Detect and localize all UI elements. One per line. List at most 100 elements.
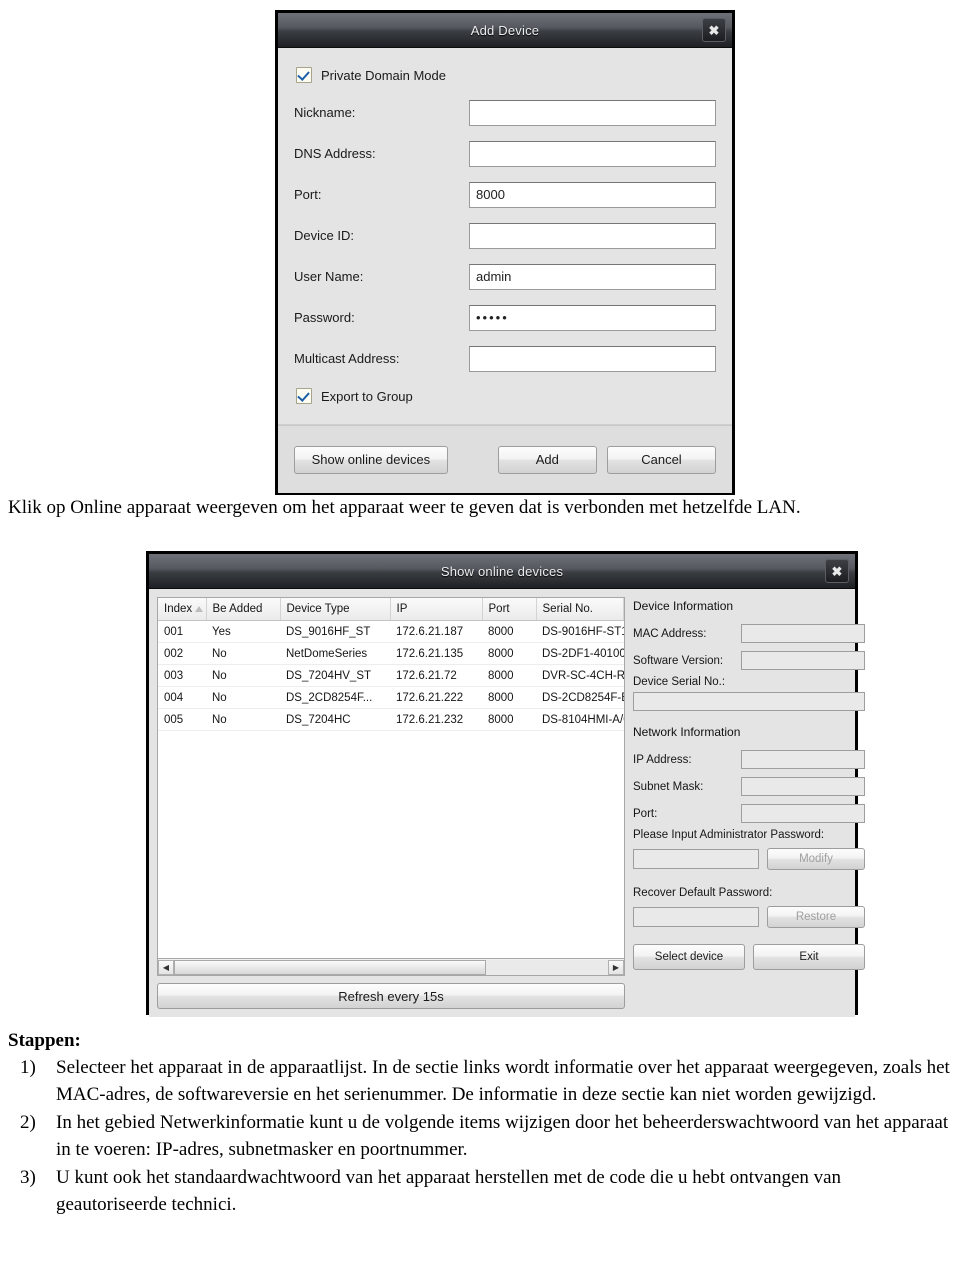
step-text: U kunt ook het standaardwachtwoord van h…: [56, 1167, 842, 1215]
step-text: Selecteer het apparaat in de apparaatlij…: [56, 1057, 950, 1105]
list-item: 1) Selecteer het apparaat in de apparaat…: [20, 1054, 952, 1108]
export-to-group-checkbox-row[interactable]: Export to Group: [296, 379, 716, 413]
checkbox-icon[interactable]: [296, 388, 312, 404]
checkbox-icon[interactable]: [296, 67, 312, 83]
column-header-ip[interactable]: IP: [390, 598, 483, 621]
cell-be-added: No: [206, 664, 280, 687]
cell-be-added: Yes: [206, 620, 280, 643]
export-to-group-label: Export to Group: [321, 388, 413, 404]
column-header-port[interactable]: Port: [482, 598, 537, 621]
nickname-input[interactable]: [469, 99, 716, 126]
add-device-footer: Show online devices Add Cancel: [278, 425, 732, 493]
recover-default-password-input[interactable]: [633, 907, 759, 927]
user-name-label: User Name:: [294, 269, 364, 284]
cell-index: 005: [158, 708, 206, 731]
software-version-label: Software Version:: [633, 654, 724, 667]
subnet-mask-row: Subnet Mask:: [633, 773, 865, 800]
device-list-pane: Index Be Added Device Type IP Port Seria…: [157, 597, 625, 1009]
network-port-row: Port:: [633, 800, 865, 827]
software-version-value: [741, 651, 865, 670]
exit-button[interactable]: Exit: [753, 944, 865, 970]
multicast-address-field-row: Multicast Address:: [294, 338, 716, 379]
mac-address-row: MAC Address:: [633, 620, 865, 647]
scroll-left-icon[interactable]: ◀: [158, 959, 174, 975]
table-row[interactable]: 004 No DS_2CD8254F... 172.6.21.222 8000 …: [158, 686, 624, 709]
subnet-mask-input[interactable]: [741, 777, 865, 796]
cell-be-added: No: [206, 686, 280, 709]
cell-be-added: No: [206, 642, 280, 665]
device-information-heading: Device Information: [633, 599, 734, 613]
administrator-password-input[interactable]: [633, 849, 759, 869]
user-name-input[interactable]: admin: [469, 263, 716, 290]
add-button[interactable]: Add: [497, 445, 597, 474]
device-table-wrapper: Index Be Added Device Type IP Port Seria…: [157, 597, 625, 959]
column-label-index: Index: [164, 603, 193, 615]
subnet-mask-label: Subnet Mask:: [633, 780, 704, 793]
table-row[interactable]: 001 Yes DS_9016HF_ST 172.6.21.187 8000 D…: [158, 620, 624, 643]
cell-port: 8000: [482, 708, 536, 731]
add-device-titlebar[interactable]: Add Device ✖: [278, 13, 732, 48]
port-input[interactable]: 8000: [469, 181, 716, 208]
steps-title: Stappen:: [8, 1030, 81, 1051]
cell-ip: 172.6.21.72: [390, 664, 482, 687]
show-online-devices-button[interactable]: Show online devices: [294, 445, 448, 474]
device-id-input[interactable]: [469, 222, 716, 249]
cell-port: 8000: [482, 642, 536, 665]
dns-address-field-row: DNS Address:: [294, 133, 716, 174]
column-header-device-type[interactable]: Device Type: [280, 598, 391, 621]
column-header-index[interactable]: Index: [158, 598, 207, 621]
list-item: 2) In het gebied Netwerkinformatie kunt …: [20, 1109, 952, 1163]
column-header-be-added[interactable]: Be Added: [206, 598, 281, 621]
table-row[interactable]: 005 No DS_7204HC 172.6.21.232 8000 DS-81…: [158, 708, 624, 731]
online-devices-titlebar[interactable]: Show online devices ✖: [149, 554, 855, 589]
cell-ip: 172.6.21.222: [390, 686, 482, 709]
step-text: In het gebied Netwerkinformatie kunt u d…: [56, 1112, 949, 1160]
mac-address-label: MAC Address:: [633, 627, 707, 640]
modify-button[interactable]: Modify: [767, 848, 865, 870]
cell-index: 002: [158, 642, 206, 665]
device-information-pane: Device Information MAC Address: Software…: [631, 597, 865, 1009]
password-input[interactable]: •••••: [469, 304, 716, 331]
scrollbar-track[interactable]: [174, 959, 608, 975]
ip-address-input[interactable]: [741, 750, 865, 769]
list-item: 3) U kunt ook het standaardwachtwoord va…: [20, 1164, 952, 1218]
step-number: 1): [20, 1057, 36, 1078]
password-label: Password:: [294, 310, 355, 325]
restore-button[interactable]: Restore: [767, 906, 865, 928]
cell-serial: DS-8104HMI-A/GW: [536, 708, 624, 731]
network-information-heading: Network Information: [633, 725, 741, 739]
device-id-field-row: Device ID:: [294, 215, 716, 256]
select-device-button[interactable]: Select device: [633, 944, 745, 970]
online-devices-body: Index Be Added Device Type IP Port Seria…: [149, 589, 865, 1017]
column-header-serial-no[interactable]: Serial No.: [536, 598, 624, 621]
cell-port: 8000: [482, 620, 536, 643]
cell-ip: 172.6.21.135: [390, 642, 482, 665]
close-icon[interactable]: ✖: [702, 18, 726, 42]
dns-address-input[interactable]: [469, 140, 716, 167]
caption-lan: Klik op Online apparaat weergeven om het…: [8, 497, 801, 518]
step-number: 3): [20, 1167, 36, 1188]
close-icon[interactable]: ✖: [825, 559, 849, 583]
table-row[interactable]: 002 No NetDomeSeries 172.6.21.135 8000 D…: [158, 642, 624, 665]
device-id-label: Device ID:: [294, 228, 354, 243]
cell-port: 8000: [482, 686, 536, 709]
device-table: Index Be Added Device Type IP Port Seria…: [158, 598, 624, 731]
private-domain-mode-checkbox-row[interactable]: Private Domain Mode: [296, 58, 716, 92]
cell-serial: DS-2DF1-40100200: [536, 642, 624, 665]
network-port-input[interactable]: [741, 804, 865, 823]
cell-index: 004: [158, 686, 206, 709]
refresh-button[interactable]: Refresh every 15s: [157, 983, 625, 1009]
horizontal-scrollbar[interactable]: ◀ ▶: [157, 959, 625, 976]
cancel-button[interactable]: Cancel: [606, 445, 716, 474]
cell-device-type: DS_7204HV_ST: [280, 664, 390, 687]
cell-index: 001: [158, 620, 206, 643]
dns-address-label: DNS Address:: [294, 146, 376, 161]
steps-block: Stappen: 1) Selecteer het apparaat in de…: [8, 1028, 952, 1219]
scroll-right-icon[interactable]: ▶: [608, 959, 624, 975]
table-row[interactable]: 003 No DS_7204HV_ST 172.6.21.72 8000 DVR…: [158, 664, 624, 687]
multicast-address-input[interactable]: [469, 345, 716, 372]
cell-serial: DS-2CD8254F-EIS: [536, 686, 624, 709]
ip-address-label: IP Address:: [633, 753, 692, 766]
device-serial-no-value: [633, 692, 865, 711]
scrollbar-thumb[interactable]: [174, 959, 487, 975]
